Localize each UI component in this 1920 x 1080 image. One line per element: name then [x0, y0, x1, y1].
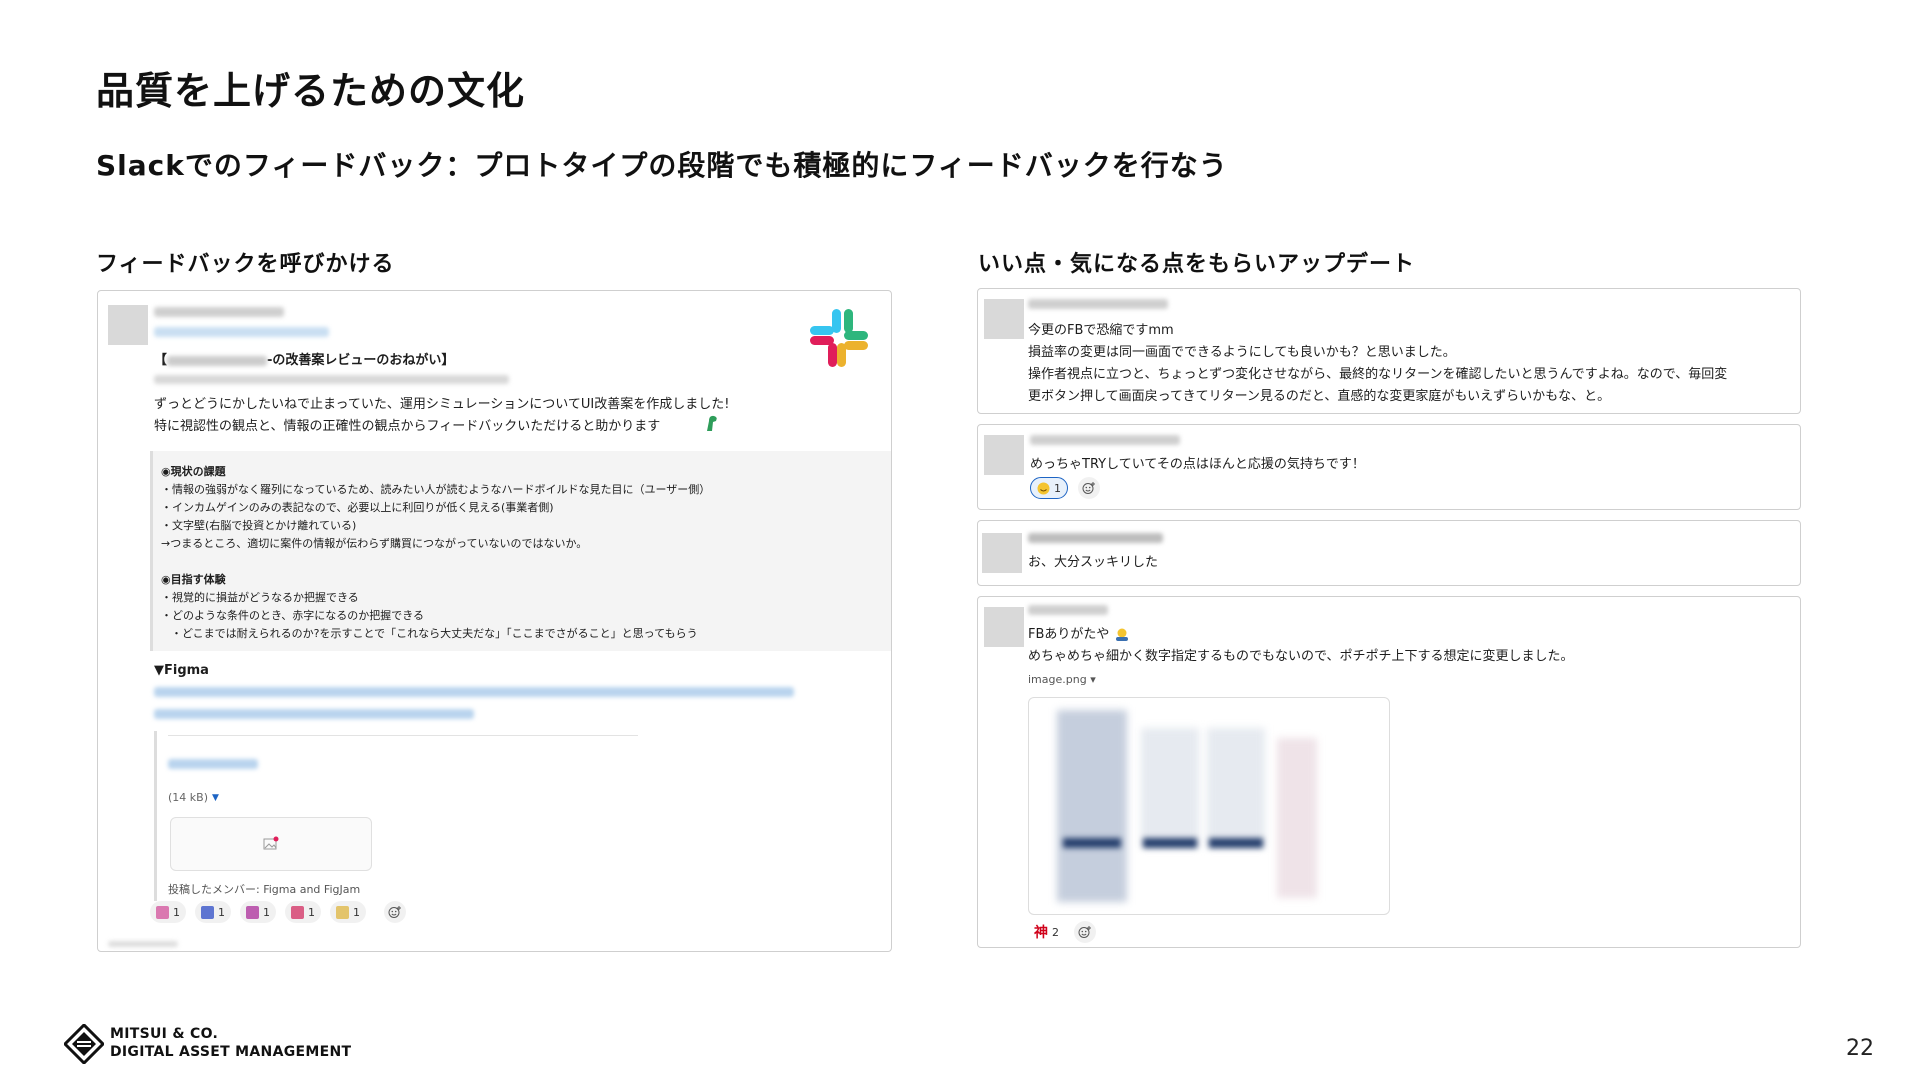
message-line: 更ボタン押して画面戻ってきてリターン見るのだと、直感的な変更家庭がもいえずらいか… [1028, 389, 1611, 404]
add-reaction-button[interactable] [1078, 477, 1100, 499]
feedback-message-4: FBありがたや めちゃめちゃ細かく数字指定するものでもないので、ポチポチ上下する… [977, 596, 1801, 948]
message-line: FBありがたや [1028, 623, 1130, 642]
quote-line: ・視覚的に損益がどうなるか把握できる [161, 591, 359, 604]
stamp-icon [156, 905, 169, 919]
avatar [984, 435, 1024, 475]
smile-emoji-icon [1037, 482, 1050, 494]
blurred-username [1028, 299, 1168, 309]
right-heading: いい点・気になる点をもらいアップデート [978, 252, 1416, 277]
image-icon [263, 836, 279, 850]
slack-logo-icon [810, 309, 868, 367]
quote-line: ・どこまでは耐えられるのか?を示すことで「これなら大丈夫だな」「ここまでさがるこ… [171, 627, 698, 640]
blurred-replies[interactable] [108, 941, 178, 947]
message-line: お、大分スッキリした [1028, 555, 1159, 570]
blurred-line [154, 375, 509, 384]
image-preview[interactable] [170, 817, 372, 871]
reaction-emoji[interactable]: 1 [285, 901, 321, 923]
post-title: 【-の改善案レビューのおねがい】 [154, 353, 455, 368]
add-reaction-button[interactable] [384, 901, 406, 923]
reaction-emoji[interactable]: 1 [240, 901, 276, 923]
blurred-link[interactable] [154, 687, 794, 697]
stamp-icon [246, 905, 259, 919]
attachment-rule [154, 731, 157, 901]
image-attachment[interactable] [1028, 697, 1390, 915]
blurred-username [1028, 605, 1108, 615]
message-line: 操作者視点に立つと、ちょっとずつ変化させながら、最終的なリターンを確認したいと思… [1028, 367, 1728, 382]
quote-line: ・情報の強弱がなく羅列になっているため、読みたい人が読むようなハードボイルドな見… [161, 483, 711, 496]
message-line: めっちゃTRYしていてその点はほんと応援の気持ちです！ [1030, 457, 1365, 472]
blurred-file-name[interactable] [168, 759, 258, 769]
blurred-screen [1207, 728, 1265, 848]
blurred-phone-screen [1057, 710, 1127, 902]
message-line: 今更のFBで恐縮ですmm [1028, 323, 1174, 338]
stamp-icon [291, 905, 304, 919]
reaction-count: 1 [1054, 481, 1061, 495]
kami-emoji-icon: 神 [1034, 925, 1048, 941]
avatar [984, 299, 1024, 339]
post-line-2: 特に視認性の観点と、情報の正確性の観点からフィードバックいただけると助かります [154, 419, 661, 434]
avatar [984, 607, 1024, 647]
post-line-1: ずっとどうにかしたいねで止まっていた、運用シミュレーションについてUI改善案を作… [154, 397, 730, 412]
reaction-count: 1 [218, 905, 225, 919]
stamp-icon [201, 905, 214, 919]
blurred-link[interactable] [154, 709, 474, 719]
add-emoji-icon [1078, 926, 1091, 938]
feedback-message-3: お、大分スッキリした [977, 520, 1801, 586]
reaction-count: 1 [308, 905, 315, 919]
feedback-message-1: 今更のFBで恐縮ですmm 損益率の変更は同一画面でできるようにしても良いかも？と… [977, 288, 1801, 414]
quote-line: ・どのような条件のとき、赤字になるのか把握できる [161, 609, 425, 622]
dinosaur-emoji-icon [707, 415, 717, 431]
blurred-username [1028, 533, 1163, 543]
feedback-message-2: めっちゃTRYしていてその点はほんと応援の気持ちです！ 1 [977, 424, 1801, 510]
reaction-emoji[interactable]: 1 [150, 901, 186, 923]
reaction-count: 2 [1052, 925, 1059, 939]
slide-subtitle: Slackでのフィードバック：プロトタイプの段階でも積極的にフィードバックを行な… [96, 149, 1228, 182]
page-number: 22 [1846, 1036, 1874, 1061]
reaction-count: 1 [173, 905, 180, 919]
slack-post-card: 【-の改善案レビューのおねがい】 ずっとどうにかしたいねで止まっていた、運用シミ… [97, 290, 892, 952]
figma-label: ▼Figma [154, 663, 209, 678]
quote-heading-goals: ◉目指す体験 [161, 573, 226, 586]
company-logo-icon [64, 1024, 104, 1064]
reaction-emoji[interactable]: 1 [195, 901, 231, 923]
blurred-username [1030, 435, 1180, 445]
reaction-count: 1 [353, 905, 360, 919]
reaction-emoji[interactable]: 1 [330, 901, 366, 923]
footer-company-line1: MITSUI & CO. [110, 1026, 219, 1042]
blurred-username [154, 307, 284, 317]
divider [168, 735, 638, 736]
slide-title: 品質を上げるための文化 [96, 69, 526, 113]
footer-company-line2: DIGITAL ASSET MANAGEMENT [110, 1044, 352, 1060]
quote-line: →つまるところ、適切に案件の情報が伝わらず購買につながっていないのではないか。 [161, 537, 588, 550]
add-emoji-icon [1082, 482, 1095, 494]
file-name[interactable]: image.png ▾ [1028, 673, 1096, 686]
blurred-mentions [154, 327, 329, 337]
reaction-count: 1 [263, 905, 270, 919]
blurred-button [1063, 838, 1121, 848]
blurred-button [1209, 838, 1263, 848]
message-line: 損益率の変更は同一画面でできるようにしても良いかも？と思いました。 [1028, 345, 1456, 360]
blurred-button [1143, 838, 1197, 848]
blurred-title-part [167, 355, 268, 366]
quote-line: ・インカムゲインのみの表記なので、必要以上に利回りが低く見える(事業者側) [161, 501, 554, 514]
add-reaction-button[interactable] [1074, 921, 1096, 943]
blurred-screen [1277, 738, 1317, 898]
reaction-emoji[interactable]: 1 [1030, 477, 1068, 499]
file-size: (14 kB) [168, 791, 208, 804]
avatar [108, 305, 148, 345]
reaction-emoji[interactable]: 神 2 [1028, 921, 1065, 943]
posted-by: 投稿したメンバー: Figma and FigJam [168, 883, 361, 896]
message-line: めちゃめちゃ細かく数字指定するものでもないので、ポチポチ上下する想定に変更しまし… [1028, 649, 1574, 664]
quote-line: ・文字壁(右脳で投資とかけ離れている) [161, 519, 357, 532]
avatar [982, 533, 1022, 573]
bowing-emoji-icon [1115, 628, 1128, 641]
chevron-down-icon[interactable]: ▼ [212, 793, 219, 803]
quote-block: ◉現状の課題 ・情報の強弱がなく羅列になっているため、読みたい人が読むようなハー… [150, 451, 891, 651]
add-emoji-icon [388, 906, 401, 918]
stamp-icon [336, 905, 349, 919]
left-heading: フィードバックを呼びかける [96, 252, 395, 277]
blurred-screen [1141, 728, 1199, 848]
quote-heading-issues: ◉現状の課題 [161, 465, 226, 478]
